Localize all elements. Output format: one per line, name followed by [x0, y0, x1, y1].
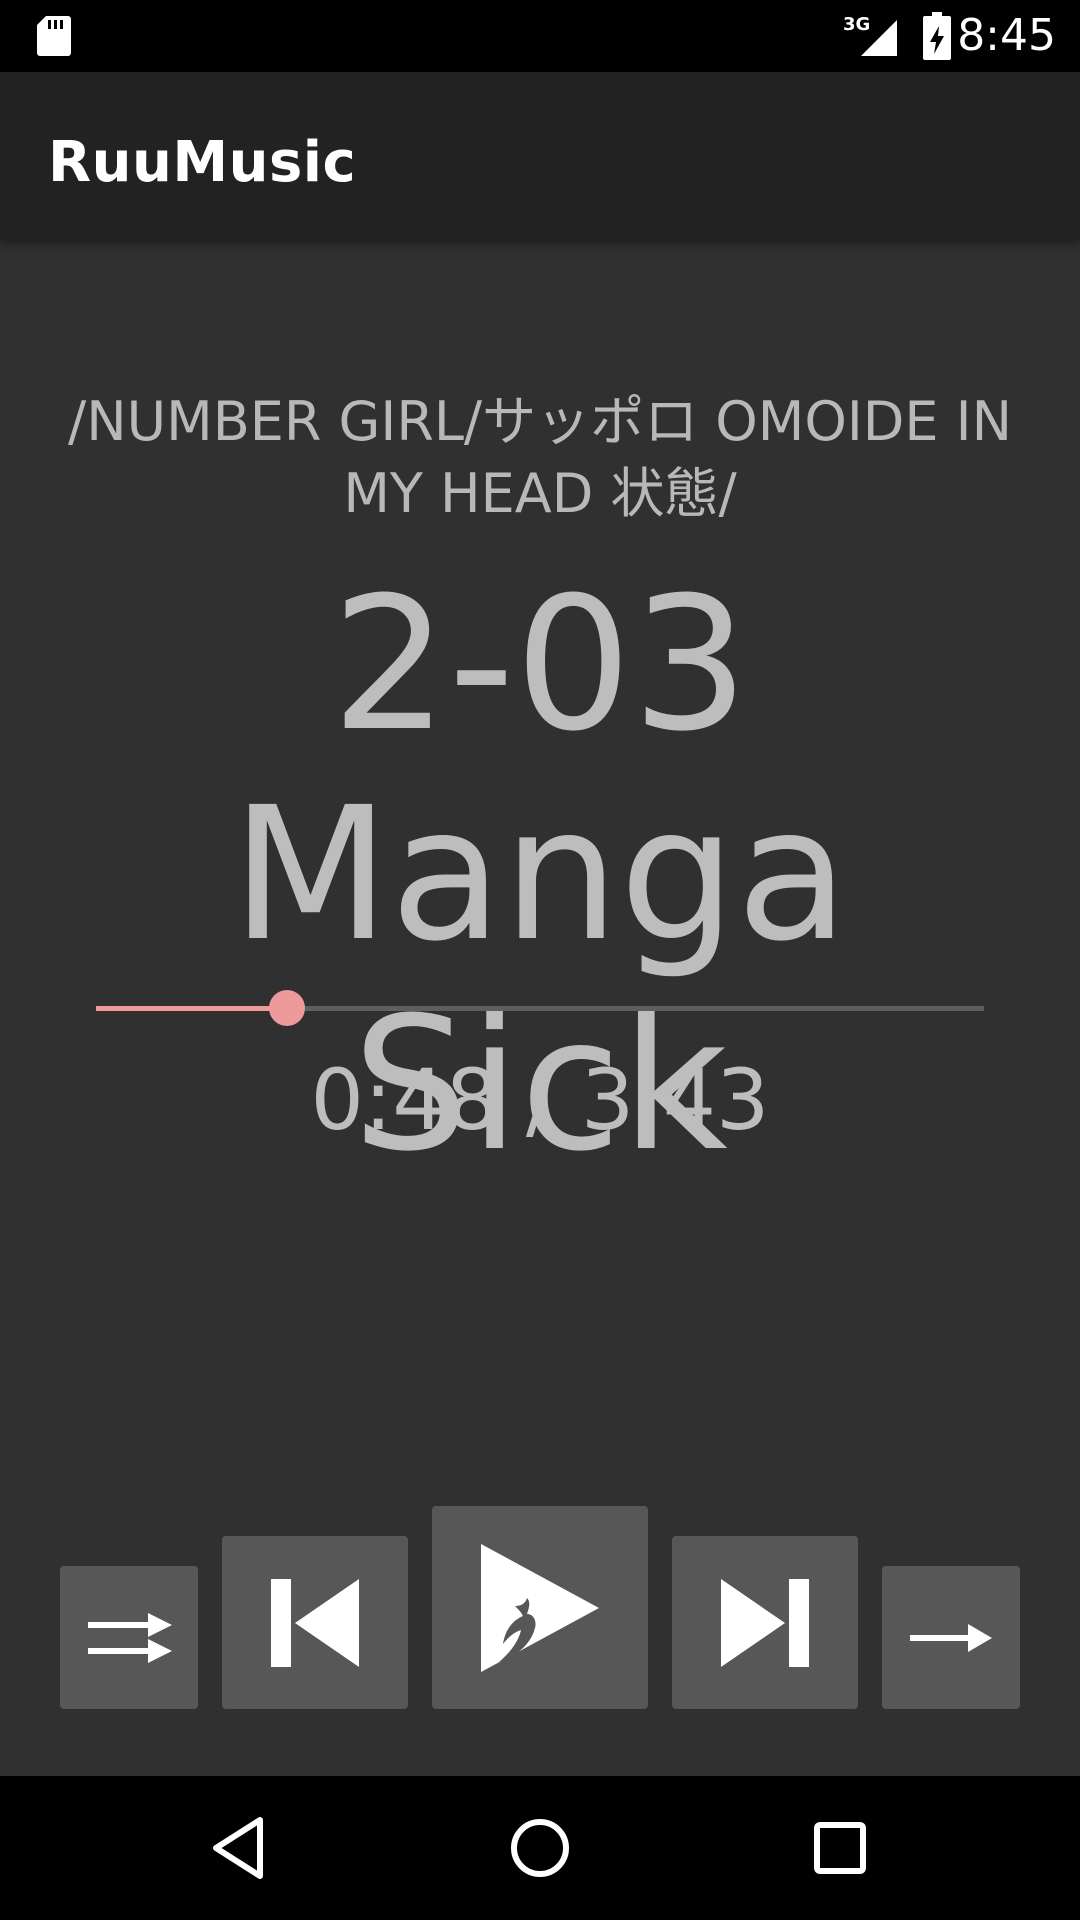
- play-icon: [481, 1543, 599, 1672]
- seek-thumb[interactable]: [268, 990, 305, 1026]
- seek-progress: [96, 1006, 287, 1011]
- repeat-button[interactable]: [882, 1566, 1020, 1709]
- previous-button[interactable]: [222, 1536, 408, 1709]
- sd-card-icon: [37, 16, 71, 56]
- app-bar: RuuMusic: [0, 72, 1080, 240]
- recents-icon[interactable]: [798, 1806, 882, 1890]
- screen: 3G 8:45 RuuMusic /NUMBER GIRL/サッポロ OMOID…: [0, 0, 1080, 1920]
- skip-previous-icon: [271, 1578, 359, 1667]
- status-bar: 3G 8:45: [0, 0, 1080, 72]
- home-icon[interactable]: [498, 1806, 582, 1890]
- network-type-label: 3G: [843, 14, 870, 35]
- play-button[interactable]: [432, 1506, 648, 1709]
- battery-charging-icon: [923, 12, 951, 60]
- time-display: 0:48 / 3:43: [310, 1051, 770, 1149]
- shuffle-icon: [88, 1612, 172, 1663]
- app-title: RuuMusic: [48, 130, 357, 195]
- repeat-off-icon: [910, 1623, 992, 1652]
- cell-signal-icon: 3G: [843, 14, 897, 56]
- track-path: /NUMBER GIRL/サッポロ OMOIDE IN MY HEAD 状態/: [68, 390, 1012, 525]
- back-icon[interactable]: [198, 1806, 282, 1890]
- shuffle-button[interactable]: [60, 1566, 198, 1709]
- skip-next-icon: [721, 1578, 809, 1667]
- status-clock: 8:45: [957, 10, 1056, 61]
- seek-bar[interactable]: [96, 990, 984, 1026]
- navigation-bar: [0, 1776, 1080, 1920]
- next-button[interactable]: [672, 1536, 858, 1709]
